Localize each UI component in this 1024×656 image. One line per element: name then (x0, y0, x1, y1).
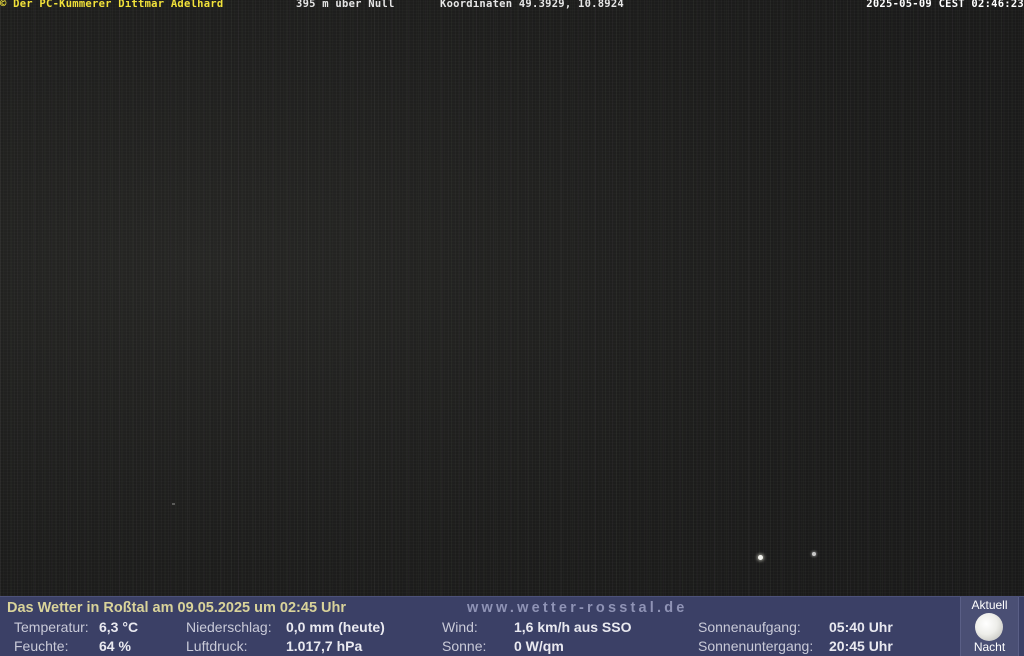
pressure-label: Luftdruck: (186, 638, 248, 654)
sunset-label: Sonnenuntergang: (698, 638, 814, 654)
copyright-credit: © Der PC-Kümmerer Dittmar Adelhard (0, 0, 224, 10)
weather-headline: Das Wetter in Roßtal am 09.05.2025 um 02… (7, 600, 347, 616)
sunset-value: 20:45 Uhr (829, 638, 893, 654)
website-text: www.wetter-rosstal.de (467, 600, 688, 616)
distant-light (758, 555, 763, 560)
sunrise-value: 05:40 Uhr (829, 619, 893, 635)
temperature-value: 6,3 °C (99, 619, 139, 635)
capture-timestamp: 2025-05-09 CEST 02:46:23 (866, 0, 1024, 10)
wind-label: Wind: (442, 619, 478, 635)
elevation-text: 395 m über Null (296, 0, 395, 10)
moon-icon (975, 613, 1003, 641)
sun-label: Sonne: (442, 638, 487, 654)
webcam-image: © Der PC-Kümmerer Dittmar Adelhard 395 m… (0, 0, 1024, 656)
sun-value: 0 W/qm (514, 638, 564, 654)
wind-value: 1,6 km/h aus SSO (514, 619, 632, 635)
humidity-label: Feuchte: (14, 638, 69, 654)
camera-info-bar: © Der PC-Kümmerer Dittmar Adelhard 395 m… (0, 0, 1024, 11)
precipitation-label: Niederschlag: (186, 619, 272, 635)
moon-bottom-label: Nacht (973, 640, 1006, 654)
distant-light (172, 503, 175, 505)
sunrise-label: Sonnenaufgang: (698, 619, 801, 635)
precipitation-value: 0,0 mm (heute) (286, 619, 385, 635)
moon-phase-box: Aktuell Nacht (960, 597, 1019, 656)
distant-light (812, 552, 816, 556)
weather-panel: Das Wetter in Roßtal am 09.05.2025 um 02… (0, 596, 1024, 656)
coordinates-text: Koordinaten 49.3929, 10.8924 (440, 0, 625, 10)
humidity-value: 64 % (99, 638, 131, 654)
temperature-label: Temperatur: (14, 619, 89, 635)
moon-top-label: Aktuell (971, 598, 1008, 612)
pressure-value: 1.017,7 hPa (286, 638, 363, 654)
